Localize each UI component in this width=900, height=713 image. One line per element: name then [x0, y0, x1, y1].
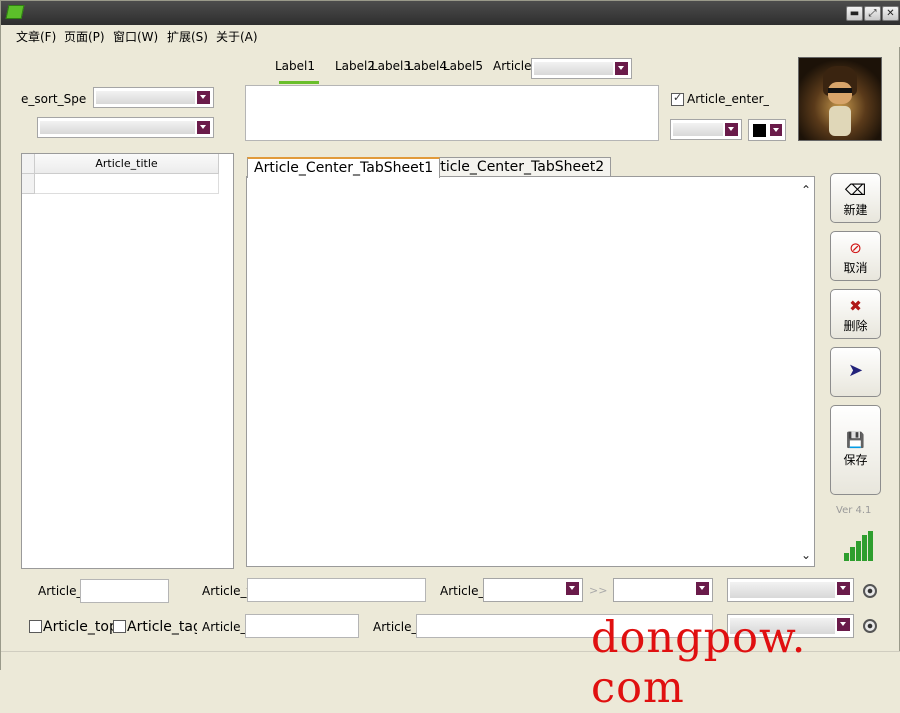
table-row[interactable]	[35, 174, 219, 194]
article-field-combo[interactable]	[531, 58, 632, 79]
delete-icon: ✖	[849, 297, 862, 315]
eraser-icon: ⌫	[844, 181, 867, 199]
chevron-down-icon	[197, 121, 210, 134]
range-separator: >>	[589, 584, 608, 597]
enter-checkbox-label: Article_enter_(	[687, 92, 769, 106]
save-icon: 💾	[846, 431, 865, 449]
category-combo[interactable]	[37, 117, 214, 138]
page-input[interactable]	[80, 579, 169, 603]
minimize-button[interactable]: ▬	[846, 6, 863, 21]
tab-center-sheet1[interactable]: Article_Center_TabSheet1	[247, 157, 441, 178]
new-button[interactable]: ⌫ 新建	[830, 173, 881, 223]
send-button[interactable]: ➤	[830, 347, 881, 397]
bottom-label-s2: Article_s	[373, 620, 417, 634]
chevron-down-icon	[725, 123, 738, 136]
chevron-down-icon	[770, 124, 782, 136]
filter-combo[interactable]	[727, 578, 854, 602]
top-checkbox-label: Article_top	[43, 619, 118, 635]
menu-article[interactable]: 文章(F)	[16, 28, 56, 45]
active-tab-indicator	[279, 81, 319, 84]
summary-memo[interactable]	[245, 85, 659, 141]
signal-bars-icon	[844, 531, 874, 561]
color-swatch	[753, 124, 766, 137]
bottom-label-p: Article_p	[38, 584, 80, 598]
app-book-icon	[5, 5, 25, 19]
tab-label3[interactable]: Label3	[371, 59, 411, 73]
tab-label4[interactable]: Label4	[407, 59, 447, 73]
sort-combo[interactable]	[93, 87, 214, 108]
menu-window[interactable]: 窗口(W)	[113, 28, 158, 45]
tab-label1[interactable]: Label1	[275, 59, 315, 73]
chevron-down-icon	[696, 582, 709, 595]
restore-button[interactable]: ⤢	[864, 6, 881, 21]
tag-checkbox[interactable]	[113, 620, 126, 633]
enter-checkbox[interactable]	[671, 91, 684, 106]
tag-checkbox-label: Article_tag_	[127, 619, 197, 635]
top-checkbox[interactable]	[29, 620, 42, 633]
cancel-button[interactable]: ⊘ 取消	[830, 231, 881, 281]
bottom-label-t: Article_t	[202, 584, 248, 598]
article-title-grid[interactable]: Article_title	[21, 153, 234, 569]
menu-bar: 文章(F) 页面(P) 窗口(W) 扩展(S) 关于(A)	[1, 25, 900, 47]
title-bar: ▬ ⤢ ✕	[1, 1, 900, 25]
tab-center-sheet2[interactable]: Article_Center_TabSheet2	[418, 157, 612, 177]
watermark-text: dongpow. com	[591, 613, 807, 713]
end-date-combo[interactable]	[613, 578, 713, 602]
chevron-down-icon	[837, 582, 850, 595]
column-header-article-title[interactable]: Article_title	[35, 154, 219, 174]
chevron-down-icon	[615, 62, 628, 75]
chevron-down-icon	[197, 91, 210, 104]
scroll-up-icon[interactable]: ⌃	[801, 183, 811, 197]
color-picker[interactable]	[748, 119, 786, 141]
bottom-label-s: Article_s	[440, 584, 484, 598]
menu-about[interactable]: 关于(A)	[216, 28, 258, 45]
menu-page[interactable]: 页面(P)	[64, 28, 105, 45]
tab-label5[interactable]: Label5	[443, 59, 483, 73]
main-window: ▬ ⤢ ✕ 文章(F) 页面(P) 窗口(W) 扩展(S) 关于(A) e_so…	[0, 0, 900, 713]
cancel-icon: ⊘	[849, 239, 862, 257]
title-input[interactable]	[247, 578, 426, 602]
scroll-down-icon[interactable]: ⌄	[801, 548, 811, 562]
bottom-label-a: Article_a	[202, 620, 246, 634]
option-radio-1[interactable]	[863, 584, 877, 598]
enter-combo[interactable]	[670, 119, 742, 140]
author-input[interactable]	[245, 614, 359, 638]
delete-button[interactable]: ✖ 删除	[830, 289, 881, 339]
save-button[interactable]: 💾 保存	[830, 405, 881, 495]
start-date-combo[interactable]	[483, 578, 583, 602]
close-button[interactable]: ✕	[882, 6, 899, 21]
menu-extend[interactable]: 扩展(S)	[167, 28, 208, 45]
arrow-right-icon: ➤	[847, 360, 864, 381]
sort-label: e_sort_Spe	[21, 92, 87, 106]
avatar	[798, 57, 882, 141]
article-content-editor[interactable]: ⌃ ⌄	[246, 176, 815, 567]
chevron-down-icon	[566, 582, 579, 595]
tab-label2[interactable]: Label2	[335, 59, 375, 73]
version-label: Ver 4.1	[836, 505, 872, 516]
